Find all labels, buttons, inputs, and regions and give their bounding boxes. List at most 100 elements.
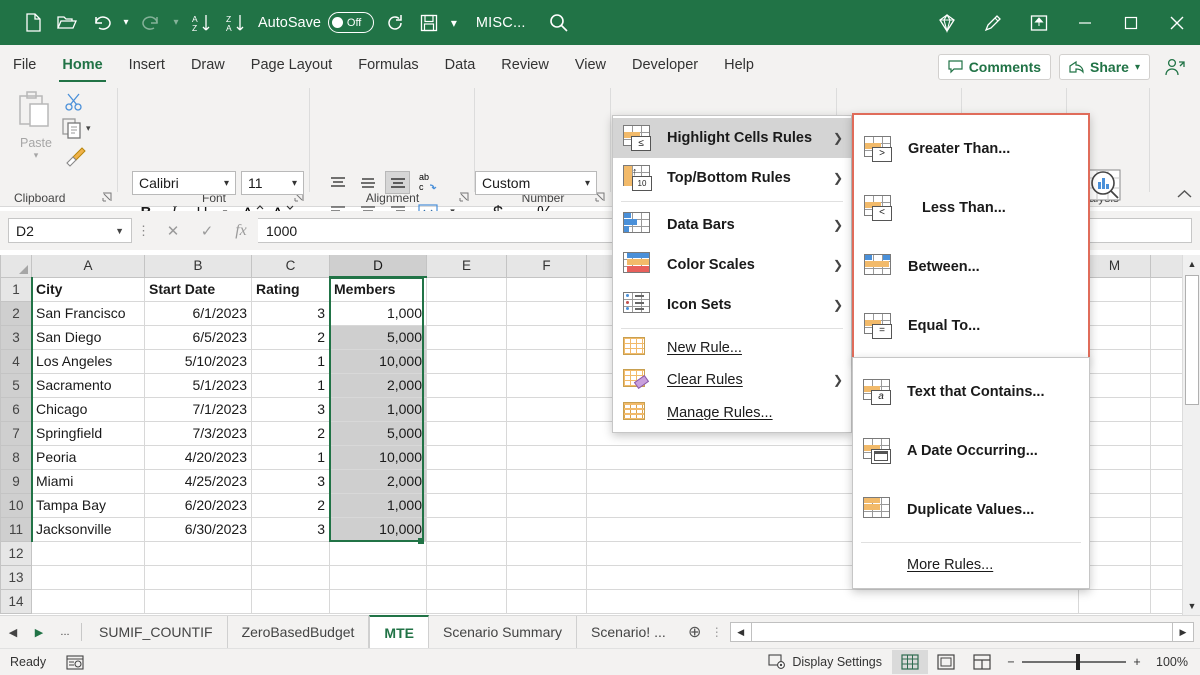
cell-c4[interactable]: 1 bbox=[252, 349, 330, 373]
scroll-down-arrow[interactable]: ▼ bbox=[1183, 597, 1200, 615]
search-box[interactable] bbox=[548, 12, 570, 34]
zoom-in-button[interactable]: + bbox=[1126, 655, 1148, 669]
name-box[interactable]: D2 ▼ bbox=[8, 218, 132, 243]
sort-za-icon[interactable]: ZA bbox=[218, 7, 252, 39]
cell-b12[interactable] bbox=[145, 541, 252, 565]
cell-e11[interactable] bbox=[427, 517, 507, 541]
sheet-tab-mte[interactable]: MTE bbox=[369, 615, 429, 648]
cell-d9[interactable]: 2,000 bbox=[330, 469, 427, 493]
column-header-c[interactable]: C bbox=[252, 255, 330, 277]
cell-e8[interactable] bbox=[427, 445, 507, 469]
undo-dropdown-icon[interactable]: ▾ bbox=[118, 7, 134, 39]
cell-b7[interactable]: 7/3/2023 bbox=[145, 421, 252, 445]
row-header-13[interactable]: 13 bbox=[1, 565, 32, 589]
cell-m14[interactable] bbox=[1079, 589, 1151, 613]
select-all-corner[interactable] bbox=[1, 255, 32, 277]
row-header-9[interactable]: 9 bbox=[1, 469, 32, 493]
accessibility-checker-icon[interactable] bbox=[56, 649, 94, 675]
cell-a12[interactable] bbox=[32, 541, 145, 565]
copy-dropdown-icon[interactable]: ▾ bbox=[86, 123, 91, 134]
cell-a4[interactable]: Los Angeles bbox=[32, 349, 145, 373]
cell-c6[interactable]: 3 bbox=[252, 397, 330, 421]
collapse-ribbon-button[interactable] bbox=[1177, 188, 1192, 202]
cell-a3[interactable]: San Diego bbox=[32, 325, 145, 349]
cell-f8[interactable] bbox=[507, 445, 587, 469]
row-header-2[interactable]: 2 bbox=[1, 301, 32, 325]
cell-a1[interactable]: City bbox=[32, 277, 145, 301]
redo-dropdown-icon[interactable]: ▾ bbox=[168, 7, 184, 39]
undo-icon[interactable] bbox=[84, 7, 118, 39]
cell-e9[interactable] bbox=[427, 469, 507, 493]
scroll-left-arrow[interactable]: ◀ bbox=[730, 622, 752, 642]
tab-view[interactable]: View bbox=[562, 47, 619, 82]
orientation-button[interactable]: abc bbox=[416, 170, 446, 193]
zoom-out-button[interactable]: − bbox=[1000, 655, 1022, 669]
present-icon[interactable] bbox=[1016, 0, 1062, 45]
vertical-scroll-thumb[interactable] bbox=[1185, 275, 1199, 405]
open-folder-icon[interactable] bbox=[50, 7, 84, 39]
maximize-button[interactable] bbox=[1108, 0, 1154, 45]
cell-c3[interactable]: 2 bbox=[252, 325, 330, 349]
row-header-12[interactable]: 12 bbox=[1, 541, 32, 565]
close-button[interactable] bbox=[1154, 0, 1200, 45]
menu-item-data-bars[interactable]: Data Bars ❯ bbox=[613, 205, 851, 245]
menu-item-manage-rules[interactable]: Manage Rules... bbox=[613, 396, 851, 430]
row-header-10[interactable]: 10 bbox=[1, 493, 32, 517]
cell-b2[interactable]: 6/1/2023 bbox=[145, 301, 252, 325]
zoom-level[interactable]: 100% bbox=[1148, 655, 1200, 669]
sort-az-icon[interactable]: AZ bbox=[184, 7, 218, 39]
tab-help[interactable]: Help bbox=[711, 47, 767, 82]
cell-a5[interactable]: Sacramento bbox=[32, 373, 145, 397]
cell-d13[interactable] bbox=[330, 565, 427, 589]
row-header-14[interactable]: 14 bbox=[1, 589, 32, 613]
insert-function-button[interactable]: fx bbox=[224, 218, 258, 243]
cell-a7[interactable]: Springfield bbox=[32, 421, 145, 445]
cell-f3[interactable] bbox=[507, 325, 587, 349]
chevron-down-icon[interactable]: ▾ bbox=[585, 178, 590, 189]
submenu-item-a-date-occurring[interactable]: A Date Occurring... bbox=[853, 421, 1089, 480]
menu-item-clear-rules[interactable]: Clear Rules ❯ bbox=[613, 364, 851, 396]
cell-f5[interactable] bbox=[507, 373, 587, 397]
diamond-icon[interactable] bbox=[924, 0, 970, 45]
tab-file[interactable]: File bbox=[0, 47, 49, 82]
page-layout-view-button[interactable] bbox=[928, 650, 964, 674]
tab-insert[interactable]: Insert bbox=[116, 47, 178, 82]
zoom-track[interactable] bbox=[1022, 661, 1126, 663]
submenu-item-text-that-contains[interactable]: a Text that Contains... bbox=[853, 362, 1089, 421]
column-header-d[interactable]: D bbox=[330, 255, 427, 277]
cell-e1[interactable] bbox=[427, 277, 507, 301]
menu-item-color-scales[interactable]: Color Scales ❯ bbox=[613, 245, 851, 285]
cell-gap-14[interactable] bbox=[587, 589, 1079, 613]
display-settings-button[interactable]: Display Settings bbox=[758, 649, 892, 675]
autosave-control[interactable]: AutoSave Off bbox=[258, 12, 374, 33]
cell-c9[interactable]: 3 bbox=[252, 469, 330, 493]
page-break-view-button[interactable] bbox=[964, 650, 1000, 674]
cell-f13[interactable] bbox=[507, 565, 587, 589]
align-top-button[interactable] bbox=[325, 171, 350, 194]
submenu-item-less-than[interactable]: < Less Than... bbox=[854, 178, 1088, 237]
submenu-item-more-rules[interactable]: More Rules... bbox=[853, 546, 1089, 584]
cell-e12[interactable] bbox=[427, 541, 507, 565]
cell-d8[interactable]: 10,000 bbox=[330, 445, 427, 469]
autosave-toggle[interactable]: Off bbox=[328, 12, 374, 33]
cell-e13[interactable] bbox=[427, 565, 507, 589]
cell-f14[interactable] bbox=[507, 589, 587, 613]
horizontal-scroll-track[interactable] bbox=[752, 622, 1172, 642]
cell-c5[interactable]: 1 bbox=[252, 373, 330, 397]
cell-f1[interactable] bbox=[507, 277, 587, 301]
cell-d2[interactable]: 1,000 bbox=[330, 301, 427, 325]
paste-dropdown-icon[interactable]: ▾ bbox=[34, 150, 39, 161]
cut-button[interactable] bbox=[64, 92, 84, 112]
new-file-icon[interactable] bbox=[16, 7, 50, 39]
cell-b11[interactable]: 6/30/2023 bbox=[145, 517, 252, 541]
cell-d5[interactable]: 2,000 bbox=[330, 373, 427, 397]
share-dropdown-icon[interactable]: ▾ bbox=[1135, 62, 1140, 73]
row-header-11[interactable]: 11 bbox=[1, 517, 32, 541]
cell-b14[interactable] bbox=[145, 589, 252, 613]
chevron-down-icon[interactable]: ▼ bbox=[115, 226, 124, 236]
cell-b6[interactable]: 7/1/2023 bbox=[145, 397, 252, 421]
cell-d4[interactable]: 10,000 bbox=[330, 349, 427, 373]
cell-c7[interactable]: 2 bbox=[252, 421, 330, 445]
tab-formulas[interactable]: Formulas bbox=[345, 47, 431, 82]
tab-developer[interactable]: Developer bbox=[619, 47, 711, 82]
